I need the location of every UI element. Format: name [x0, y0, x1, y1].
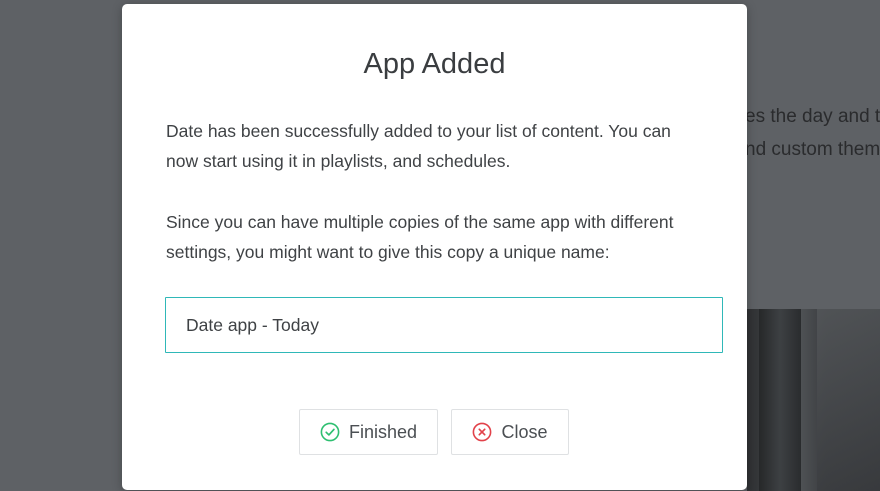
app-added-dialog: App Added Date has been successfully add…: [122, 4, 747, 490]
background-text-line: es the day and t: [745, 106, 880, 127]
dialog-title: App Added: [363, 48, 506, 80]
success-message: Date has been successfully added to your…: [166, 121, 671, 171]
close-label: Close: [501, 421, 548, 442]
app-name-input[interactable]: [165, 297, 723, 353]
background-text-line: nd custom them: [745, 139, 880, 160]
background-photo: [747, 309, 880, 491]
finished-button[interactable]: Finished: [299, 409, 438, 455]
check-circle-icon: [320, 422, 340, 442]
finished-label: Finished: [348, 421, 418, 442]
close-button[interactable]: Close: [451, 409, 569, 455]
naming-instructions: Since you can have multiple copies of th…: [166, 212, 674, 262]
x-circle-icon: [472, 422, 492, 442]
